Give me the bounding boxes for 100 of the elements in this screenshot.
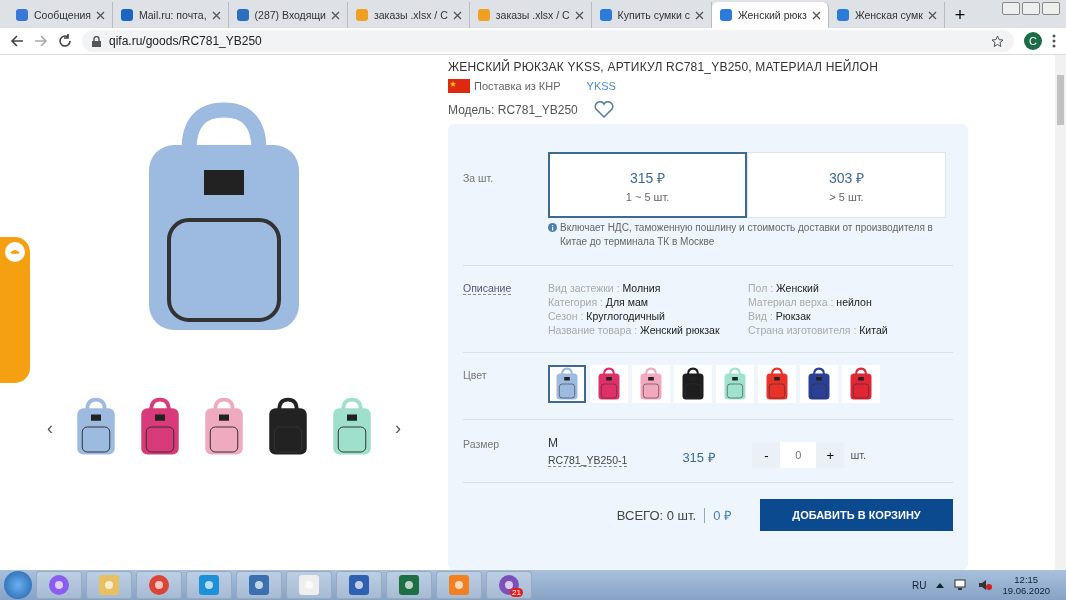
spec-text: Пол : Женский xyxy=(748,282,820,294)
minimize-icon[interactable] xyxy=(1002,2,1020,15)
color-swatch[interactable] xyxy=(842,365,880,403)
close-icon[interactable] xyxy=(811,10,821,20)
price-note: Включает НДС, таможенную пошлину и стоимость доставки от производителя в Китае до терминала ТК в Москве xyxy=(560,221,934,249)
spec-text: Сезон : Круглогодичный xyxy=(548,310,666,322)
increase-button[interactable]: + xyxy=(816,442,845,468)
unit-text: шт. xyxy=(850,449,867,461)
caret-icon[interactable] xyxy=(936,582,945,588)
start-button[interactable] xyxy=(4,571,32,599)
close-icon[interactable] xyxy=(694,10,704,20)
taskbar-app[interactable] xyxy=(136,571,182,599)
favicon-icon xyxy=(835,8,850,22)
app-icon xyxy=(498,574,520,596)
lock-icon xyxy=(92,35,101,47)
scrollbar[interactable] xyxy=(1055,55,1066,570)
section-label: За шт. xyxy=(463,172,495,186)
notification-badge: 21 xyxy=(510,588,523,597)
close-icon[interactable] xyxy=(96,10,105,20)
taskbar-app[interactable]: 21 xyxy=(486,571,532,599)
taskbar-app[interactable] xyxy=(36,571,82,599)
network-icon[interactable] xyxy=(954,579,969,591)
close-icon[interactable] xyxy=(211,10,221,20)
price-tier[interactable]: 303 ₽ > 5 шт. xyxy=(747,152,946,218)
heart-icon[interactable] xyxy=(593,101,614,118)
color-swatch[interactable] xyxy=(632,365,670,403)
address-bar[interactable]: qifa.ru/goods/RC781_YB250 xyxy=(82,30,1014,52)
add-to-cart-button[interactable]: ДОБАВИТЬ В КОРЗИНУ xyxy=(760,499,953,531)
clock-time: 12:15 xyxy=(1014,574,1039,585)
color-swatch[interactable] xyxy=(674,365,712,403)
favicon-icon xyxy=(354,8,369,22)
color-swatch[interactable] xyxy=(800,365,838,403)
favicon-icon xyxy=(235,8,250,22)
spec-text: Вид : Рюкзак xyxy=(748,310,812,322)
clock-date: 19.06.2020 xyxy=(1002,585,1050,596)
decrease-button[interactable]: - xyxy=(752,442,781,468)
favicon-icon xyxy=(15,8,29,22)
size-price: 315 ₽ xyxy=(682,449,717,467)
spec-text: Материал верха : нейлон xyxy=(748,296,873,308)
new-tab-button[interactable]: + xyxy=(944,2,976,28)
spec-text: Категория : Для мам xyxy=(548,296,649,308)
product-title: ЖЕНСКИЙ РЮКЗАК YKSS, АРТИКУЛ RC781_YB250, МАТЕРИАЛ НЕЙЛОН xyxy=(448,60,879,74)
info-icon xyxy=(548,223,557,232)
close-icon[interactable] xyxy=(330,10,340,20)
star-icon[interactable] xyxy=(991,34,1004,48)
taskbar-app[interactable] xyxy=(336,571,382,599)
reload-icon[interactable] xyxy=(58,34,72,48)
browser-tab[interactable]: (287) Входящи xyxy=(228,2,348,28)
favicon-icon xyxy=(120,8,134,22)
section-label: Цвет xyxy=(463,369,488,383)
language-indicator[interactable]: RU xyxy=(912,579,927,591)
close-icon[interactable] xyxy=(574,10,584,20)
browser-tab[interactable]: Купить сумки с xyxy=(591,2,712,28)
chat-icon xyxy=(4,241,26,263)
taskbar-app[interactable] xyxy=(386,571,432,599)
favicon-icon xyxy=(476,8,491,22)
price-tier[interactable]: 315 ₽ 1 ~ 5 шт. xyxy=(548,152,747,218)
browser-tab[interactable]: Женский рюкз xyxy=(711,2,829,28)
favicon-icon xyxy=(598,8,613,22)
app-icon xyxy=(248,574,270,596)
browser-tab[interactable]: Сообщения xyxy=(8,2,113,28)
description-link[interactable]: Описание xyxy=(463,282,512,295)
taskbar-app[interactable] xyxy=(236,571,282,599)
spec-text: Вид застежки : Молния xyxy=(548,282,662,294)
close-icon[interactable] xyxy=(927,10,937,20)
size-name: M xyxy=(548,436,558,450)
app-icon xyxy=(148,574,170,596)
app-icon xyxy=(198,574,220,596)
flag-icon xyxy=(448,79,470,93)
browser-tab[interactable]: заказы .xlsx / С xyxy=(469,2,592,28)
origin-text: Поставка из КНР xyxy=(474,80,561,92)
brand-link[interactable]: YKSS xyxy=(586,80,616,92)
close-icon[interactable] xyxy=(452,10,462,20)
profile-avatar[interactable]: C xyxy=(1024,32,1042,50)
color-swatch[interactable] xyxy=(590,365,628,403)
close-window-icon[interactable] xyxy=(1042,2,1060,15)
color-swatch[interactable] xyxy=(716,365,754,403)
app-icon xyxy=(448,574,470,596)
app-icon xyxy=(398,574,420,596)
section-label: Размер xyxy=(463,438,501,452)
browser-tab[interactable]: заказы .xlsx / С xyxy=(347,2,470,28)
app-icon xyxy=(348,574,370,596)
spec-text: Страна изготовителя : Китай xyxy=(748,324,889,336)
color-swatch[interactable] xyxy=(548,365,586,403)
menu-icon[interactable] xyxy=(1052,34,1056,48)
back-icon[interactable] xyxy=(10,34,24,48)
color-swatch[interactable] xyxy=(758,365,796,403)
maximize-icon[interactable] xyxy=(1022,2,1040,15)
app-icon xyxy=(298,574,320,596)
speaker-icon[interactable] xyxy=(978,579,993,591)
browser-tab[interactable]: Женская сумк xyxy=(828,2,945,28)
app-icon xyxy=(48,574,70,596)
sku-link[interactable]: RC781_YB250-1 xyxy=(548,454,628,467)
app-icon xyxy=(98,574,120,596)
total-count: ВСЕГО: 0 шт. xyxy=(616,507,706,523)
favicon-icon xyxy=(718,8,733,22)
quantity-field[interactable]: 0 xyxy=(780,442,817,468)
model-text: Модель: RC781_YB250 xyxy=(448,102,578,117)
total-sum: 0 ₽ xyxy=(713,507,732,524)
browser-tab[interactable]: Mail.ru: почта, xyxy=(113,2,229,28)
